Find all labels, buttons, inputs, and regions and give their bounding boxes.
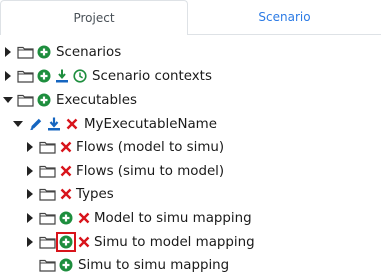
project-explorer: Project Scenario Scenarios Scenario cont… (0, 0, 381, 273)
tree-node-label: Simu to model mapping (94, 234, 255, 250)
folder-icon (17, 45, 34, 59)
tree-node-scenarios[interactable]: Scenarios (3, 41, 121, 63)
tree-node-types[interactable]: Types (25, 183, 114, 205)
tree-node-label: Scenario contexts (92, 68, 212, 84)
delete-x-icon[interactable] (77, 211, 91, 225)
delete-x-icon[interactable] (59, 187, 73, 201)
folder-icon (17, 93, 34, 107)
folder-icon (39, 258, 56, 272)
expand-caret-icon[interactable] (25, 231, 35, 253)
tree-node-label: Scenarios (56, 44, 122, 60)
pencil-icon[interactable] (29, 117, 43, 131)
folder-icon (39, 164, 56, 178)
tab-scenario[interactable]: Scenario (188, 0, 381, 35)
tree-node-simu-to-model-mapping[interactable]: Simu to model mapping (25, 231, 255, 253)
add-circle-icon[interactable] (37, 93, 51, 107)
tree-node-label: Simu to simu mapping (78, 257, 230, 273)
folder-icon (39, 187, 56, 201)
tree-node-flows-simu-to-model[interactable]: Flows (simu to model) (25, 160, 224, 182)
tree-node-flows-model-to-simu[interactable]: Flows (model to simu) (25, 136, 224, 158)
tree-node-executables[interactable]: Executables (3, 89, 137, 111)
tab-bar: Project Scenario (0, 0, 381, 35)
folder-icon (39, 235, 56, 249)
add-circle-icon[interactable] (56, 232, 76, 252)
tree-node-label: Flows (model to simu) (76, 139, 225, 155)
folder-icon (39, 211, 56, 225)
folder-icon (17, 69, 34, 83)
clock-icon[interactable] (73, 69, 87, 83)
delete-x-icon[interactable] (65, 117, 79, 131)
download-icon[interactable] (47, 117, 61, 131)
expand-caret-icon[interactable] (25, 160, 35, 182)
expand-caret-icon[interactable] (25, 207, 35, 229)
tree-node-label: Flows (simu to model) (76, 163, 225, 179)
expand-caret-icon[interactable] (25, 183, 35, 205)
tree-node-simu-to-simu-mapping[interactable]: Simu to simu mapping (25, 254, 229, 273)
import-icon[interactable] (55, 69, 69, 83)
add-circle-icon[interactable] (59, 258, 73, 272)
tree-node-model-to-simu-mapping[interactable]: Model to simu mapping (25, 207, 252, 229)
tree-node-executable[interactable]: MyExecutableName (13, 113, 217, 135)
expand-caret-icon[interactable] (25, 136, 35, 158)
folder-icon (39, 140, 56, 154)
collapse-caret-icon[interactable] (13, 113, 23, 135)
delete-x-icon[interactable] (59, 140, 73, 154)
tree-node-scenario-contexts[interactable]: Scenario contexts (3, 65, 212, 87)
add-circle-icon[interactable] (59, 211, 73, 225)
tree-node-label: Types (76, 186, 114, 202)
tab-project[interactable]: Project (0, 0, 188, 35)
delete-x-icon[interactable] (77, 235, 91, 249)
expand-caret-icon[interactable] (3, 41, 13, 63)
delete-x-icon[interactable] (59, 164, 73, 178)
add-circle-icon[interactable] (37, 69, 51, 83)
tree-node-label: MyExecutableName (84, 116, 217, 132)
expand-caret-icon[interactable] (3, 65, 13, 87)
add-circle-icon[interactable] (37, 45, 51, 59)
collapse-caret-icon[interactable] (3, 89, 13, 111)
tree-node-label: Executables (56, 92, 137, 108)
tree-node-label: Model to simu mapping (94, 210, 252, 226)
